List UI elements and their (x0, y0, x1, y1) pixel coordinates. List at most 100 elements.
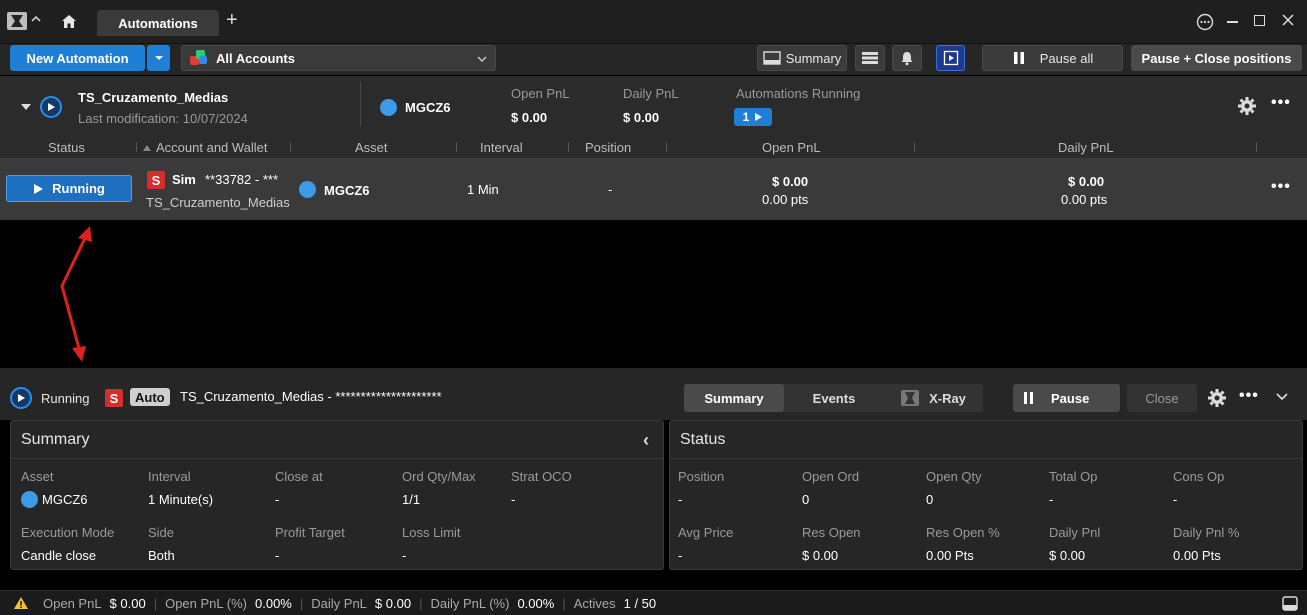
pause-icon (1013, 52, 1024, 64)
row-interval: 1 Min (467, 182, 499, 197)
collapse-chevron-icon[interactable] (30, 12, 42, 29)
summary-panel-icon (762, 51, 781, 65)
empty-list-area (0, 220, 1307, 368)
col-open-pnl[interactable]: Open PnL (762, 140, 821, 155)
new-automation-button[interactable]: New Automation (10, 45, 145, 71)
tab-summary[interactable]: Summary (684, 384, 784, 412)
col-divider (456, 142, 457, 152)
automation-name: TS_Cruzamento_Medias (78, 90, 229, 105)
sb-separator: | (562, 595, 566, 611)
col-divider (136, 142, 137, 152)
automations-running-label: Automations Running (736, 86, 861, 101)
play-icon (755, 113, 763, 121)
automations-running-badge[interactable]: 1 (734, 108, 772, 126)
sim-account-badge: S (105, 389, 123, 407)
tab-events[interactable]: Events (784, 384, 884, 412)
field-value: 0 (802, 492, 810, 507)
close-window-icon[interactable] (1281, 13, 1295, 30)
field-value: $ 0.00 (1049, 548, 1086, 563)
add-tab-button[interactable]: + (226, 9, 238, 32)
pause-close-positions-button[interactable]: Pause + Close positions (1131, 45, 1302, 71)
field-label: Strat OCO (511, 469, 572, 484)
col-daily-pnl[interactable]: Daily PnL (1058, 140, 1114, 155)
field-value: - (678, 548, 683, 563)
layout-list-button[interactable] (855, 45, 885, 71)
tab-automations[interactable]: Automations (97, 10, 219, 36)
pause-all-button[interactable]: Pause all (982, 45, 1123, 71)
field-value: 1/1 (402, 492, 421, 507)
header-open-pnl-label: Open PnL (511, 86, 570, 101)
field-label: Position (678, 469, 725, 484)
table-row[interactable]: Running S Sim **33782 - *** TS_Cruzament… (0, 158, 1307, 220)
tab-xray-label: X-Ray (929, 390, 966, 406)
detail-title: TS_Cruzamento_Medias - *****************… (180, 389, 442, 404)
field-label: Open Ord (802, 469, 860, 484)
col-status[interactable]: Status (48, 140, 85, 155)
sb-open-pnl-value: $ 0.00 (109, 595, 146, 611)
minimize-icon[interactable] (1227, 21, 1238, 23)
status-panel-header: Status (670, 421, 1302, 459)
expand-chevron-icon[interactable] (20, 103, 32, 111)
summary-toggle-label: Summary (785, 50, 842, 66)
detail-status: Running (41, 391, 90, 406)
toolbar: New Automation All Accounts Summary Paus… (0, 44, 1307, 75)
col-divider (568, 142, 569, 152)
pause-icon (1024, 392, 1033, 404)
accounts-icon (190, 50, 208, 66)
field-value: Both (148, 548, 175, 563)
field-label: Daily Pnl % (1173, 525, 1240, 540)
play-icon[interactable] (40, 96, 62, 118)
row-position: - (608, 182, 613, 197)
row-wallet: TS_Cruzamento_Medias (146, 195, 290, 210)
status-panel-title: Status (680, 430, 726, 448)
close-button[interactable]: Close (1127, 384, 1197, 412)
detail-more-icon[interactable]: ••• (1239, 387, 1259, 405)
play-icon[interactable] (10, 387, 32, 409)
new-automation-dropdown[interactable] (147, 45, 170, 71)
row-more-icon[interactable]: ••• (1271, 178, 1291, 196)
home-icon[interactable] (60, 12, 78, 33)
summary-toggle-button[interactable]: Summary (757, 45, 847, 71)
col-divider (666, 142, 667, 152)
chart-view-button[interactable] (936, 45, 965, 71)
app-logo-icon[interactable] (7, 12, 27, 30)
field-label: Ord Qty/Max (402, 469, 476, 484)
chevron-down-icon (154, 56, 163, 60)
running-status-button[interactable]: Running (6, 175, 132, 202)
accounts-select[interactable]: All Accounts (181, 45, 496, 71)
maximize-icon[interactable] (1254, 15, 1265, 26)
col-account[interactable]: Account and Wallet (142, 140, 268, 155)
list-layout-icon (862, 52, 878, 64)
field-label: Avg Price (678, 525, 734, 540)
pause-button-label: Pause (1051, 390, 1090, 406)
col-account-label: Account and Wallet (156, 140, 268, 155)
pause-button[interactable]: Pause (1013, 384, 1120, 412)
col-position[interactable]: Position (585, 140, 631, 155)
warning-icon[interactable] (13, 596, 29, 610)
field-value: 0.00 Pts (926, 548, 974, 563)
notifications-button[interactable] (892, 45, 922, 71)
more-options-icon[interactable] (1196, 13, 1214, 34)
row-asset: MGCZ6 (324, 183, 370, 198)
col-interval[interactable]: Interval (480, 140, 523, 155)
bell-icon (901, 52, 913, 66)
panel-toggle-icon[interactable] (1282, 596, 1298, 611)
sb-open-pnl-label: Open PnL (43, 595, 102, 611)
field-label: Close at (275, 469, 323, 484)
globe-icon (299, 181, 316, 198)
chevron-down-icon[interactable] (1276, 393, 1288, 401)
gear-icon[interactable] (1237, 96, 1257, 116)
row-open-pnl: $ 0.00 (772, 174, 809, 189)
col-asset[interactable]: Asset (355, 140, 388, 155)
collapse-panel-icon[interactable]: ‹ (643, 430, 649, 451)
header-more-icon[interactable]: ••• (1271, 94, 1291, 112)
last-modification: Last modification: 10/07/2024 (78, 111, 248, 126)
gear-icon[interactable] (1207, 388, 1227, 408)
column-headers: Status Account and Wallet Asset Interval… (0, 136, 1307, 158)
summary-panel-title: Summary (21, 430, 90, 448)
field-label: Open Qty (926, 469, 982, 484)
field-label: Res Open % (926, 525, 1000, 540)
field-value: - (275, 492, 280, 507)
field-value: - (1049, 492, 1054, 507)
tab-xray[interactable]: X-Ray (884, 384, 983, 412)
